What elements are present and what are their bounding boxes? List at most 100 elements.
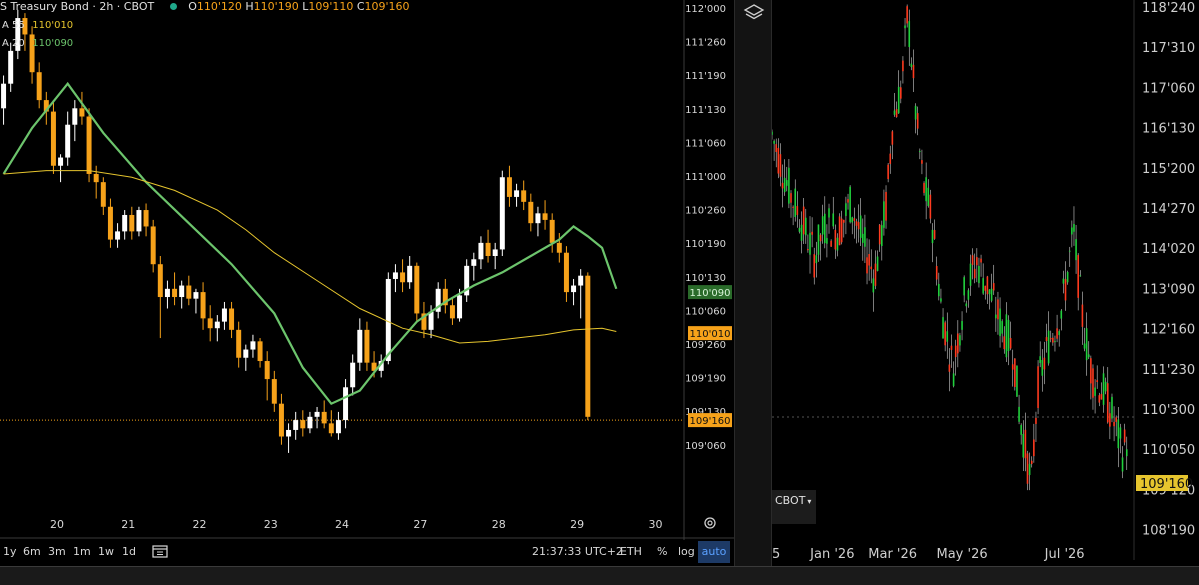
auto-scale-button[interactable]: auto [698,541,730,563]
candle-body[interactable] [449,305,455,319]
candle-body[interactable] [115,231,121,240]
candle-body[interactable] [492,249,498,256]
candle-body[interactable] [563,252,569,293]
candle-body[interactable] [278,403,284,437]
candle-body[interactable] [58,157,64,166]
candle-body[interactable] [314,411,320,417]
candle-body[interactable] [549,219,555,243]
timeframe-3m[interactable]: 3m [48,545,66,558]
candle-body[interactable] [229,308,235,330]
candle-body[interactable] [321,411,327,424]
candle-body[interactable] [400,272,406,283]
ma20-line[interactable] [2,81,618,406]
candle-body[interactable] [307,416,313,429]
candle-body[interactable] [150,226,156,265]
timeframe-1y[interactable]: 1y [3,545,17,558]
candle-body[interactable] [1,83,7,109]
layers-icon[interactable] [743,2,765,24]
percent-toggle[interactable]: % [657,545,667,558]
candle-body[interactable] [221,308,227,322]
candle-body[interactable] [364,329,370,363]
timeframe-1d[interactable]: 1d [122,545,136,558]
candle-body[interactable] [193,292,199,299]
main-chart-canvas[interactable]: 112'000 111'260 111'190 111'130 111'060 111'0… [0,0,734,584]
candle-body[interactable] [350,362,356,388]
candle-body[interactable] [328,423,334,434]
timeframe-6m[interactable]: 6m [23,545,41,558]
candle-body[interactable] [407,265,413,283]
candle-body[interactable] [556,242,562,253]
candle-body[interactable] [236,329,242,358]
session-toggle[interactable]: ETH [620,545,642,558]
candle-body[interactable] [179,285,185,298]
candle-body[interactable] [65,124,71,158]
candle-body[interactable] [36,72,42,101]
symbol-title[interactable]: S Treasury Bond · 2h · CBOT [0,0,154,13]
candle-body[interactable] [250,341,256,350]
log-toggle[interactable]: log [678,545,695,558]
candle-body[interactable] [207,318,213,329]
candle-body[interactable] [585,275,591,417]
overview-candle-body [866,257,868,274]
candle-body[interactable] [93,173,99,183]
candle-body[interactable] [264,361,270,380]
candle-body[interactable] [50,111,56,166]
instrument-badge[interactable]: CBOT ▾ [772,490,816,524]
candle-body[interactable] [457,295,463,319]
candle-body[interactable] [343,387,349,421]
panel-divider[interactable] [734,0,772,584]
timeframe-1w[interactable]: 1w [98,545,114,558]
candle-body[interactable] [535,213,541,224]
ma20-legend[interactable]: A 20 110'090 [0,36,75,49]
candle-body[interactable] [72,108,78,125]
candle-body[interactable] [293,420,299,430]
candle-body[interactable] [428,311,434,330]
candle-body[interactable] [414,265,420,314]
candle-body[interactable] [186,285,192,299]
date-range-icon[interactable] [152,544,168,558]
candle-body[interactable] [86,116,92,174]
candle-body[interactable] [385,278,391,362]
candle-body[interactable] [514,190,520,197]
candle-body[interactable] [300,420,306,429]
candle-body[interactable] [528,201,534,224]
ohlc-high-label: H [245,0,254,13]
candle-body[interactable] [471,259,477,266]
candle-body[interactable] [506,177,512,197]
ohlc-low: 109'110 [308,0,354,13]
candle-body[interactable] [157,264,163,298]
candle-body[interactable] [571,285,577,293]
price-tag-label: 109'160 [690,416,731,427]
candle-body[interactable] [129,214,135,232]
candle-body[interactable] [143,210,149,227]
navigator-strip[interactable] [0,566,1199,585]
candle-body[interactable] [542,213,548,220]
candle-body[interactable] [100,182,106,207]
ma55-legend[interactable]: A 55 110'010 [0,18,75,31]
candle-body[interactable] [521,190,527,202]
candle-body[interactable] [164,288,170,298]
candle-body[interactable] [335,420,341,434]
candle-body[interactable] [214,321,220,329]
overview-chart-canvas[interactable]: 118'240 117'310 117'060 116'130 115'200 114'2… [772,0,1199,584]
candle-body[interactable] [499,177,505,250]
candle-body[interactable] [478,242,484,260]
candle-body[interactable] [136,210,142,232]
candle-body[interactable] [257,341,263,362]
settings-gear-icon[interactable] [703,516,717,530]
timeframe-1m[interactable]: 1m [73,545,91,558]
candle-body[interactable] [172,288,178,298]
candle-body[interactable] [578,275,584,286]
candle-body[interactable] [200,292,206,319]
candle-body[interactable] [392,272,398,279]
candle-body[interactable] [286,429,292,437]
candle-body[interactable] [357,329,363,363]
candle-body[interactable] [243,349,249,358]
candle-body[interactable] [271,379,277,404]
candle-body[interactable] [8,50,14,84]
candle-body[interactable] [79,108,85,117]
candle-body[interactable] [107,206,113,240]
candle-body[interactable] [122,214,128,232]
ohlc-open-label: O [188,0,197,13]
candle-body[interactable] [485,242,491,256]
